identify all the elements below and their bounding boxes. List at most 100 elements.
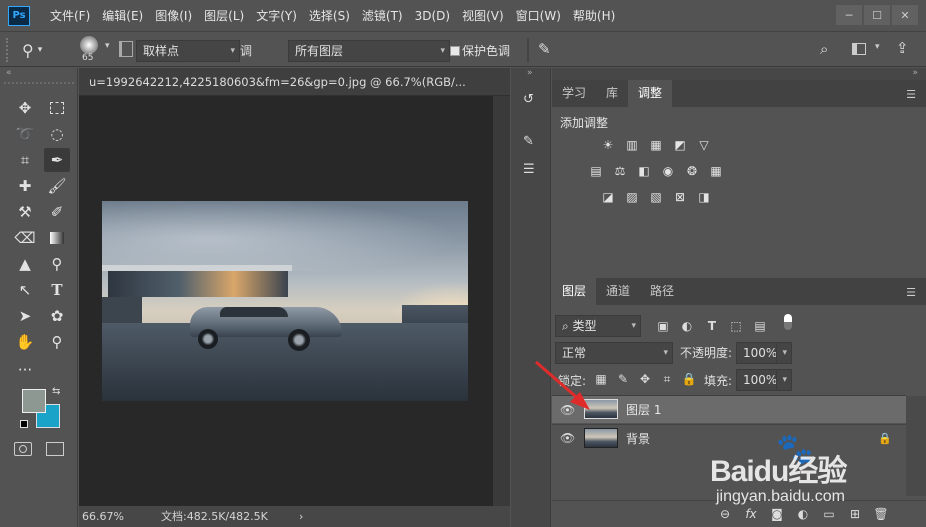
hue-saturation-icon[interactable]: ▤ <box>588 164 604 178</box>
quick-mask-icon[interactable] <box>14 442 32 456</box>
clone-stamp-tool-icon[interactable]: ⚒ <box>12 200 38 224</box>
invert-icon[interactable]: ◪ <box>600 190 616 204</box>
blur-tool-icon[interactable]: ▲ <box>12 252 38 276</box>
status-menu-arrow[interactable]: › <box>299 506 303 527</box>
filter-pixel-icon[interactable]: ▣ <box>654 317 672 335</box>
black-white-icon[interactable]: ◧ <box>636 164 652 178</box>
canvas-image[interactable] <box>102 201 468 401</box>
brush-settings-icon[interactable]: ✎ <box>523 134 534 149</box>
menu-filter[interactable]: 滤镜(T) <box>356 0 409 32</box>
brush-panel-icon[interactable] <box>119 41 133 57</box>
channel-mixer-icon[interactable]: ❂ <box>684 164 700 178</box>
custom-shape-tool-icon[interactable]: ✿ <box>44 304 70 328</box>
screen-mode-icon[interactable] <box>46 442 64 456</box>
menu-view[interactable]: 视图(V) <box>456 0 510 32</box>
crop-tool-icon[interactable]: ⌗ <box>12 148 38 172</box>
history-brush-tool-icon[interactable]: ✐ <box>44 200 70 224</box>
brush-preview-icon[interactable] <box>80 36 98 54</box>
close-button[interactable]: ✕ <box>892 5 918 25</box>
panel-menu-icon[interactable]: ☰ <box>906 286 916 299</box>
path-select-tool-icon[interactable]: ➤ <box>12 304 38 328</box>
tab-channels[interactable]: 通道 <box>596 278 640 305</box>
photo-filter-icon[interactable]: ◉ <box>660 164 676 178</box>
color-balance-icon[interactable]: ⚖ <box>612 164 628 178</box>
dodge-tool-icon[interactable]: ⚲ <box>44 252 70 276</box>
opacity-dropdown[interactable]: ▾ <box>776 342 792 364</box>
minimize-button[interactable]: ─ <box>836 5 862 25</box>
lock-all-icon[interactable]: 🔒 <box>680 370 698 388</box>
threshold-icon[interactable]: ▧ <box>648 190 664 204</box>
lock-image-icon[interactable]: ✎ <box>614 370 632 388</box>
layer-filter-select[interactable]: ⌕ 类型 ▾ <box>555 315 641 337</box>
menu-3d[interactable]: 3D(D) <box>409 0 456 32</box>
lock-artboard-icon[interactable]: ⌗ <box>658 370 676 388</box>
marquee-tool-icon[interactable] <box>44 96 70 120</box>
zoom-level[interactable]: 66.67% <box>82 506 124 527</box>
menu-image[interactable]: 图像(I) <box>149 0 198 32</box>
layer-row-layer1[interactable]: 👁 图层 1 <box>552 396 906 423</box>
menu-file[interactable]: 文件(F) <box>44 0 96 32</box>
hand-tool-icon[interactable]: ✋ <box>12 330 38 354</box>
collapse-icon[interactable]: » <box>527 68 533 78</box>
eyedropper-tool-icon[interactable]: ✒ <box>44 148 70 172</box>
properties-panel-icon[interactable]: ☰ <box>523 162 535 177</box>
gradient-tool-icon[interactable] <box>44 226 70 250</box>
swap-colors-icon[interactable]: ⇆ <box>52 386 60 397</box>
menu-select[interactable]: 选择(S) <box>303 0 356 32</box>
vertical-scrollbar[interactable] <box>493 96 510 506</box>
more-tools-icon[interactable]: ··· <box>12 358 38 382</box>
tab-learn[interactable]: 学习 <box>552 80 596 107</box>
chevron-down-icon[interactable]: ▾ <box>875 42 880 52</box>
vibrance-icon[interactable]: ▽ <box>696 138 712 152</box>
eye-icon[interactable]: 👁 <box>560 431 575 445</box>
curves-icon[interactable]: ▦ <box>648 138 664 152</box>
filter-smart-object-icon[interactable]: ▤ <box>751 317 769 335</box>
menu-edit[interactable]: 编辑(E) <box>96 0 149 32</box>
healing-brush-tool-icon[interactable]: ✚ <box>12 174 38 198</box>
lasso-tool-icon[interactable]: ➰ <box>12 122 38 146</box>
maximize-button[interactable]: ☐ <box>864 5 890 25</box>
menu-type[interactable]: 文字(Y) <box>250 0 303 32</box>
brightness-contrast-icon[interactable]: ☀ <box>600 138 616 152</box>
tab-libraries[interactable]: 库 <box>596 80 628 107</box>
chevron-down-icon[interactable]: ▾ <box>105 41 110 51</box>
tool-preset-picker[interactable]: ⚲ ▾ <box>22 39 58 61</box>
color-lookup-icon[interactable]: ▦ <box>708 164 724 178</box>
collapse-icon[interactable]: » <box>912 68 918 78</box>
levels-icon[interactable]: ▥ <box>624 138 640 152</box>
panel-menu-icon[interactable]: ☰ <box>906 88 916 101</box>
sample-layers-select[interactable]: 所有图层 ▾ <box>288 40 450 62</box>
tab-layers[interactable]: 图层 <box>552 278 597 305</box>
foreground-color-swatch[interactable] <box>22 389 46 413</box>
filter-shape-icon[interactable]: ⬚ <box>727 317 745 335</box>
selective-color-icon[interactable]: ⊠ <box>672 190 688 204</box>
type-tool-icon[interactable]: T <box>44 278 70 302</box>
history-panel-icon[interactable]: ↺ <box>523 92 534 107</box>
collapse-icon[interactable]: « <box>6 68 12 78</box>
quick-select-tool-icon[interactable]: ◌ <box>44 122 70 146</box>
filter-type-icon[interactable]: T <box>703 317 721 335</box>
pressure-icon[interactable]: ✎ <box>538 40 551 58</box>
layer-name[interactable]: 图层 1 <box>626 401 661 418</box>
tab-adjustments[interactable]: 调整 <box>628 80 673 107</box>
layer-name[interactable]: 背景 <box>626 430 650 447</box>
menu-help[interactable]: 帮助(H) <box>567 0 621 32</box>
lock-position-icon[interactable]: ✥ <box>636 370 654 388</box>
sample-size-select[interactable]: 取样点 ▾ <box>136 40 240 62</box>
search-icon[interactable]: ⌕ <box>820 40 828 58</box>
workspace-icon[interactable] <box>852 43 866 55</box>
layers-scrollbar[interactable] <box>906 396 926 496</box>
tab-paths[interactable]: 路径 <box>640 278 684 305</box>
move-tool-icon[interactable]: ✥ <box>12 96 38 120</box>
gradient-map-icon[interactable]: ◨ <box>696 190 712 204</box>
protect-color-checkbox[interactable] <box>450 46 460 56</box>
pen-tool-icon[interactable]: ↖ <box>12 278 38 302</box>
share-icon[interactable]: ⇪ <box>896 39 909 57</box>
menu-window[interactable]: 窗口(W) <box>510 0 567 32</box>
document-tab[interactable]: u=1992642212,4225180603&fm=26&gp=0.jpg @… <box>79 68 510 96</box>
filter-adjustment-icon[interactable]: ◐ <box>678 317 696 335</box>
brush-tool-icon[interactable]: 🖌 <box>44 174 70 198</box>
menu-layer[interactable]: 图层(L) <box>198 0 250 32</box>
filter-toggle-switch[interactable] <box>784 314 792 330</box>
fill-dropdown[interactable]: ▾ <box>776 369 792 391</box>
